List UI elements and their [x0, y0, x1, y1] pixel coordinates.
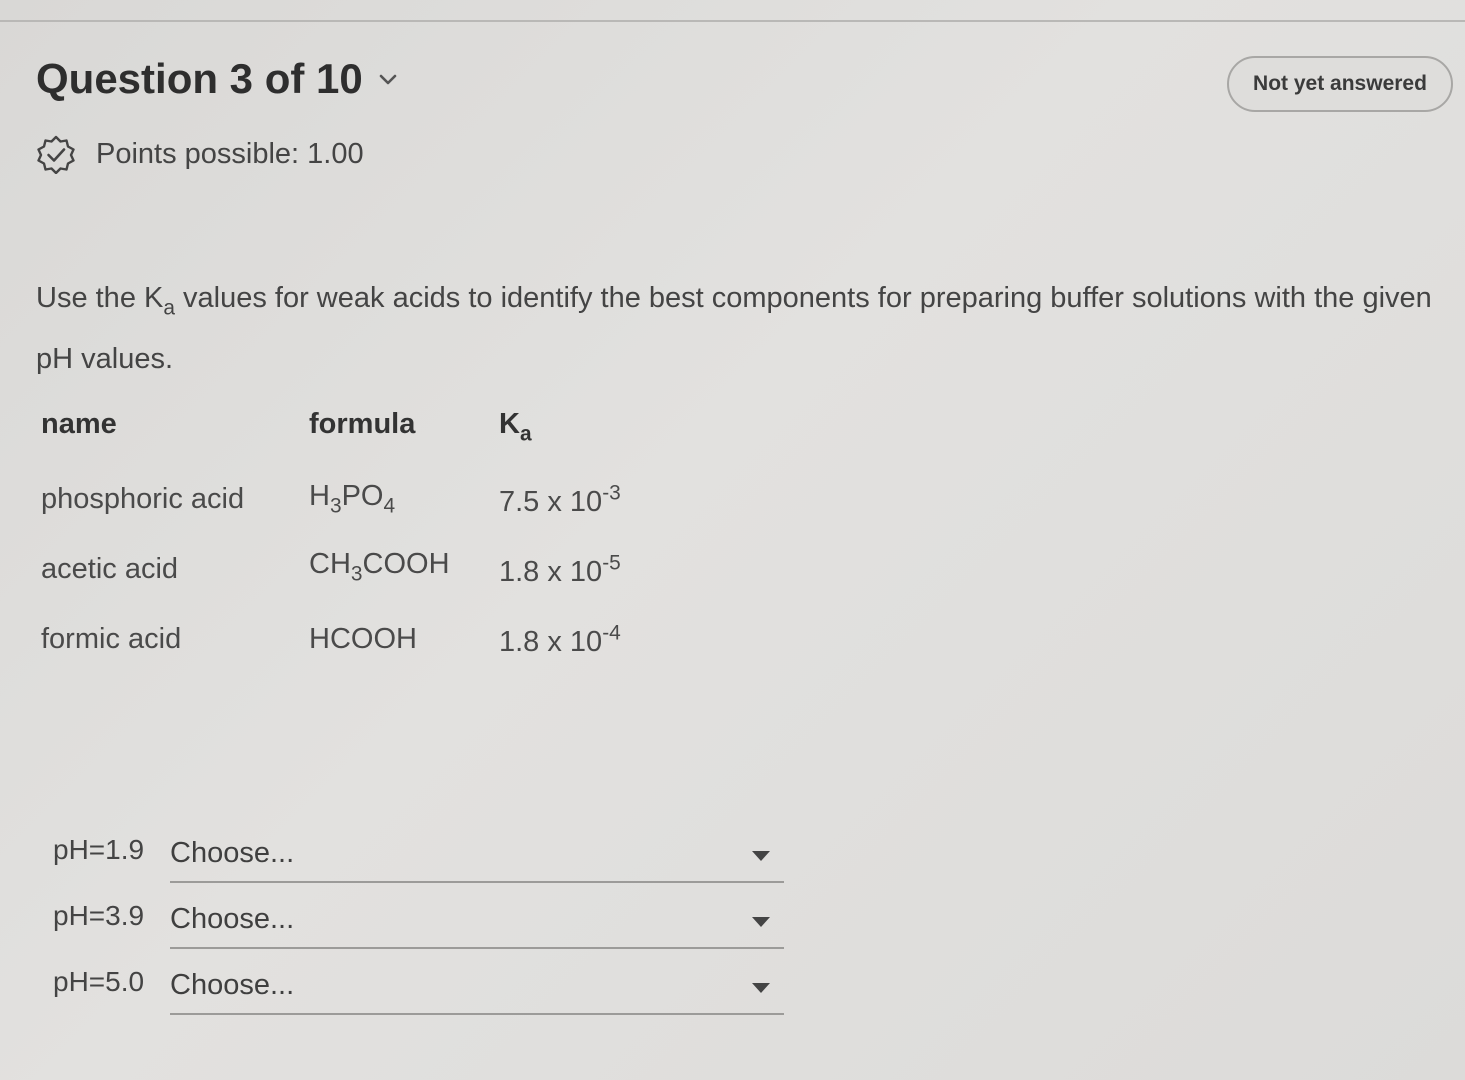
acid-formula-cell: CH3COOH	[309, 548, 450, 586]
acid-formula-cell: HCOOH	[309, 623, 417, 655]
question-title-dropdown[interactable]: Question 3 of 10	[36, 55, 399, 103]
answer-select-ph-1-9[interactable]: Choose...	[170, 835, 784, 883]
select-value: Choose...	[170, 837, 295, 869]
column-header-name: name	[41, 408, 117, 440]
chevron-down-icon	[379, 74, 397, 85]
acid-name-cell: formic acid	[41, 623, 182, 655]
caret-down-icon	[752, 851, 770, 861]
points-label: Points possible: 1.00	[96, 137, 364, 170]
status-badge: Not yet answered	[1227, 56, 1453, 112]
acid-name-cell: phosphoric acid	[41, 483, 245, 515]
acid-name-cell: acetic acid	[41, 553, 179, 585]
column-header-ka: Ka	[499, 408, 532, 446]
select-value: Choose...	[170, 969, 295, 1001]
answer-select-ph-5-0[interactable]: Choose...	[170, 967, 784, 1015]
ph-label: pH=5.0	[53, 966, 145, 997]
caret-down-icon	[752, 983, 770, 993]
ka-value-cell: 1.8 x 10-4	[499, 621, 621, 658]
points-possible: Points possible: 1.00	[36, 134, 364, 174]
answer-select-ph-3-9[interactable]: Choose...	[170, 901, 784, 949]
ka-value-cell: 1.8 x 10-5	[499, 551, 621, 588]
column-header-formula: formula	[309, 408, 416, 440]
caret-down-icon	[752, 917, 770, 927]
question-title: Question 3 of 10	[36, 55, 363, 102]
acid-formula-cell: H3PO4	[309, 480, 396, 518]
ph-label: pH=1.9	[53, 834, 145, 865]
checkmark-badge-icon	[37, 135, 75, 174]
top-divider	[0, 20, 1465, 22]
ph-label: pH=3.9	[53, 900, 145, 931]
ka-value-cell: 7.5 x 10-3	[499, 481, 621, 518]
status-text: Not yet answered	[1253, 72, 1427, 95]
question-prompt: Use the Ka values for weak acids to iden…	[36, 282, 1432, 375]
select-value: Choose...	[170, 903, 295, 935]
